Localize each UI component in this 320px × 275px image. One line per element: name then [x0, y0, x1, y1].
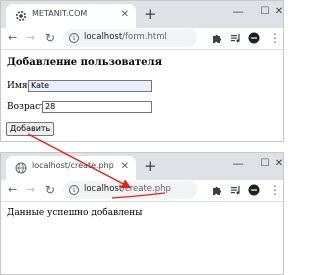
gear-favicon-icon: [16, 11, 26, 21]
extensions-icon[interactable]: [211, 184, 223, 196]
close-window-icon[interactable]: ✕: [271, 3, 283, 21]
tab-strip: METANIT.COM ✕ + — ☐ ✕: [1, 1, 283, 28]
menu-dots-icon[interactable]: ⋮: [269, 183, 281, 197]
close-window-icon[interactable]: ✕: [271, 155, 283, 173]
browser-toolbar: ← → ↻ i localhost/form.html ⋮: [1, 28, 283, 50]
info-icon[interactable]: i: [69, 33, 79, 43]
address-bar[interactable]: i localhost/create.php: [63, 181, 197, 199]
url-text: localhost/create.php: [84, 184, 171, 194]
reading-list-icon[interactable]: [230, 184, 242, 196]
browser-window-form: METANIT.COM ✕ + — ☐ ✕ ← → ↻ i localhost/…: [0, 0, 284, 142]
globe-favicon-icon: [15, 162, 27, 174]
info-icon[interactable]: i: [69, 185, 79, 195]
minimize-icon[interactable]: —: [230, 3, 246, 21]
new-tab-button[interactable]: +: [144, 157, 157, 175]
reading-list-icon[interactable]: [230, 32, 242, 44]
reload-icon[interactable]: ↻: [45, 30, 55, 46]
forward-icon[interactable]: →: [26, 182, 35, 198]
tab-title: localhost/create.php: [32, 161, 114, 170]
tab-create-php[interactable]: localhost/create.php ✕: [6, 156, 136, 180]
page-title: Добавление пользователя: [7, 57, 162, 68]
url-text: localhost/form.html: [84, 32, 167, 42]
profile-avatar-icon[interactable]: [248, 32, 260, 44]
back-icon[interactable]: ←: [8, 30, 17, 46]
address-bar[interactable]: i localhost/form.html: [63, 29, 197, 47]
tab-title: METANIT.COM: [32, 9, 88, 18]
reload-icon[interactable]: ↻: [45, 182, 55, 198]
browser-window-result: localhost/create.php ✕ + — ☐ ✕ ← → ↻ i l…: [0, 152, 284, 275]
tab-metanit[interactable]: METANIT.COM ✕: [6, 4, 136, 28]
age-input[interactable]: 28: [42, 101, 152, 113]
close-tab-icon[interactable]: ✕: [121, 159, 129, 175]
menu-dots-icon[interactable]: ⋮: [269, 31, 281, 45]
minimize-icon[interactable]: —: [230, 155, 246, 173]
success-message: Данные успешно добавлены: [7, 208, 143, 218]
profile-avatar-icon[interactable]: [248, 184, 260, 196]
back-icon[interactable]: ←: [8, 182, 17, 198]
browser-toolbar: ← → ↻ i localhost/create.php ⋮: [1, 180, 283, 202]
name-input[interactable]: Kate: [28, 80, 152, 92]
tab-strip: localhost/create.php ✕ + — ☐ ✕: [1, 153, 283, 180]
forward-icon[interactable]: →: [26, 30, 35, 46]
extensions-icon[interactable]: [211, 32, 223, 44]
submit-button[interactable]: Добавить: [6, 122, 55, 136]
close-tab-icon[interactable]: ✕: [121, 7, 129, 23]
new-tab-button[interactable]: +: [144, 5, 157, 23]
